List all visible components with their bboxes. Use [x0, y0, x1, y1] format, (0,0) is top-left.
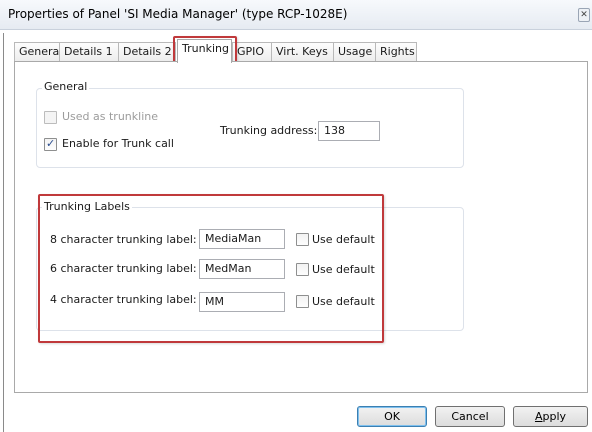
tab-trunking[interactable]: Trunking	[177, 39, 232, 63]
use-default-4-checkbox[interactable]	[296, 295, 309, 308]
label-4-char: 4 character trunking label:	[50, 293, 197, 306]
apply-button-label: Apply	[534, 410, 567, 423]
use-default-4-label: Use default	[312, 295, 375, 308]
use-default-6-label: Use default	[312, 263, 375, 276]
label-8-char: 8 character trunking label:	[50, 233, 197, 246]
trunking-address-label: Trunking address:	[220, 124, 318, 137]
window-edge	[3, 33, 4, 432]
used-as-trunkline-label: Used as trunkline	[62, 110, 158, 123]
used-as-trunkline-checkbox[interactable]	[44, 111, 57, 124]
trunking-label-4-field[interactable]: MM	[199, 292, 285, 312]
trunking-address-field[interactable]: 138	[318, 121, 380, 141]
close-button[interactable]: ✕	[578, 8, 590, 22]
cancel-button[interactable]: Cancel	[435, 406, 505, 427]
tab-gpio[interactable]: GPIO	[232, 42, 272, 62]
apply-button[interactable]: Apply	[513, 406, 588, 427]
window-title: Properties of Panel 'SI Media Manager' (…	[8, 7, 348, 21]
tab-usage[interactable]: Usage	[333, 42, 376, 62]
tab-details-1[interactable]: Details 1	[59, 42, 119, 62]
close-icon: ✕	[580, 10, 588, 20]
tab-general[interactable]: General	[14, 42, 62, 62]
ok-button[interactable]: OK	[357, 406, 427, 427]
trunking-labels-group-title: Trunking Labels	[42, 200, 132, 213]
trunking-label-8-field[interactable]: MediaMan	[199, 229, 285, 249]
trunking-label-6-field[interactable]: MedMan	[199, 259, 285, 279]
enable-trunk-call-checkbox[interactable]	[44, 137, 57, 151]
use-default-6-checkbox[interactable]	[296, 263, 309, 276]
tab-rights[interactable]: Rights	[375, 42, 417, 62]
title-bar: Properties of Panel 'SI Media Manager' (…	[0, 0, 592, 30]
tab-details-2[interactable]: Details 2	[118, 42, 176, 62]
enable-trunk-call-label: Enable for Trunk call	[62, 137, 174, 150]
use-default-8-checkbox[interactable]	[296, 233, 309, 246]
label-6-char: 6 character trunking label:	[50, 262, 197, 275]
general-group-title: General	[42, 80, 90, 93]
use-default-8-label: Use default	[312, 233, 375, 246]
tab-virt-keys[interactable]: Virt. Keys	[271, 42, 334, 62]
